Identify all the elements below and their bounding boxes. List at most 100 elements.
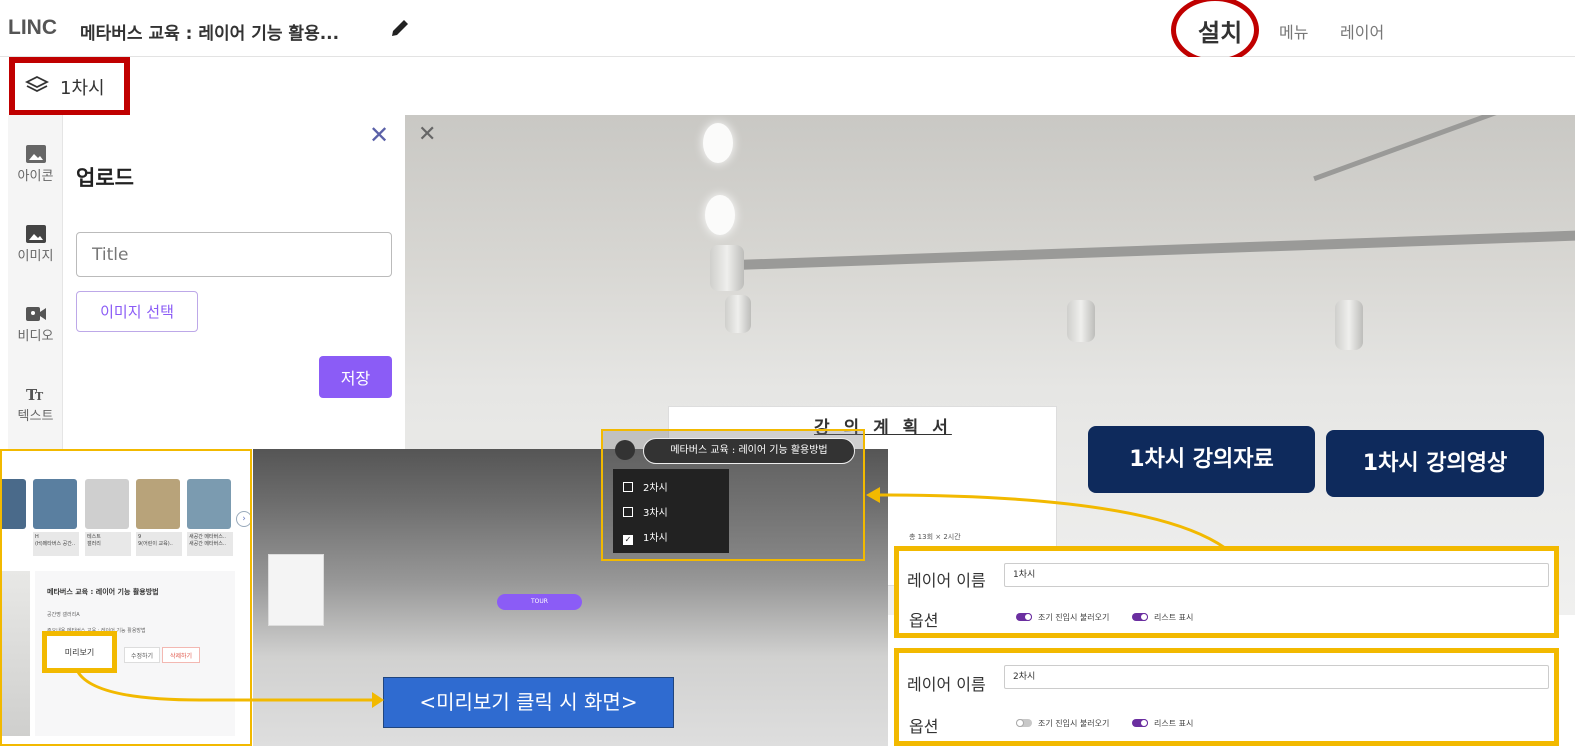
- toggle-switch[interactable]: [1132, 719, 1148, 727]
- current-layer-button[interactable]: 1차시: [9, 57, 130, 116]
- thumbnail-sub: 새공간 메타버스..: [189, 541, 226, 547]
- panel-title: 업로드: [76, 166, 134, 190]
- toggle-switch[interactable]: [1132, 613, 1148, 621]
- space-info-row: 공간명 갤러리A: [47, 612, 80, 618]
- layer-list-label: 1차시: [643, 533, 668, 544]
- current-layer-name: 1차시: [60, 78, 105, 99]
- save-button[interactable]: 저장: [319, 356, 392, 398]
- image-icon: [25, 225, 46, 243]
- layers-icon: [25, 75, 49, 93]
- tour-button[interactable]: TOUR: [497, 594, 582, 610]
- thumbnail-caption: H (H)메타버스 공간..: [33, 532, 79, 556]
- sidebar-item-image[interactable]: 이미지: [8, 225, 63, 264]
- layer-name-label: 레이어 이름: [907, 571, 986, 590]
- layer-name-label: 레이어 이름: [907, 675, 986, 694]
- layer-list-item[interactable]: 3차시: [623, 504, 668, 519]
- sidebar-item-label: 아이콘: [17, 169, 54, 184]
- close-icon[interactable]: ✕: [369, 123, 389, 147]
- ceiling-light: [703, 123, 733, 163]
- layer-bar: [0, 57, 1575, 113]
- document-title: 메타버스 교육 : 레이어 기능 활용...: [80, 24, 340, 44]
- layer-list-label: 3차시: [643, 508, 668, 519]
- upload-panel: ✕ 업로드 이미지 선택 저장: [63, 115, 405, 455]
- ceiling-light: [710, 245, 744, 291]
- thumbnail-sub: 9(어린이 교육)..: [138, 541, 173, 547]
- ceiling-beam: [1313, 115, 1575, 182]
- lecture-material-button[interactable]: 1차시 강의자료: [1088, 426, 1315, 493]
- layers-icon[interactable]: [615, 440, 635, 460]
- layer-list-item[interactable]: 2차시: [623, 479, 668, 494]
- space-thumbnail[interactable]: [33, 479, 77, 529]
- nav-layer[interactable]: 레이어: [1340, 19, 1384, 43]
- space-thumbnail[interactable]: [136, 479, 180, 529]
- space-photo: [2, 571, 30, 736]
- preview-caption: <미리보기 클릭 시 화면>: [383, 677, 674, 728]
- ceiling-light: [705, 195, 735, 235]
- layer-list-item[interactable]: ✓ 1차시: [623, 529, 668, 545]
- top-bar: LINC 메타버스 교육 : 레이어 기능 활용... 설치 메뉴 레이어: [0, 0, 1575, 64]
- toggle-switch[interactable]: [1016, 613, 1032, 621]
- sidebar-item-label: 비디오: [17, 329, 54, 344]
- checkbox-checked-icon[interactable]: ✓: [623, 535, 633, 545]
- ceiling-beam: [735, 229, 1575, 271]
- layer-list-label: 2차시: [643, 483, 668, 494]
- space-list-inset: H (H)메타버스 공간.. 테스트 갤러리 9 9(어린이 교육).. 새공간 메타…: [0, 449, 252, 746]
- text-icon: TT: [26, 386, 44, 403]
- layer-name-field[interactable]: 2차시: [1004, 665, 1549, 689]
- thumbnail-name: 테스트: [87, 534, 101, 540]
- thumbnail-name: 9: [138, 534, 142, 540]
- options-label: 옵션: [909, 717, 939, 736]
- spot-light: [1335, 300, 1363, 350]
- thumbnail-caption: 9 9(어린이 교육)..: [136, 532, 182, 556]
- space-thumbnail[interactable]: [85, 479, 129, 529]
- option-label: 조기 진입시 불러오기: [1038, 719, 1110, 728]
- option-label: 조기 진입시 불러오기: [1038, 613, 1110, 622]
- space-thumbnail[interactable]: [2, 479, 26, 529]
- thumbnail-sub: (H)메타버스 공간..: [35, 541, 76, 547]
- video-icon: [25, 307, 46, 321]
- layer-list: 2차시 3차시 ✓ 1차시: [613, 469, 729, 553]
- wall-document-text: 총 13회 × 2시간: [909, 533, 961, 541]
- nav-menu[interactable]: 메뉴: [1279, 19, 1308, 43]
- popup-title: 메타버스 교육 : 레이어 기능 활용방법: [643, 438, 855, 464]
- close-icon[interactable]: ✕: [418, 124, 436, 146]
- tool-sidebar: 아이콘 이미지 비디오 TT 텍스트: [8, 115, 63, 455]
- title-input[interactable]: [76, 232, 392, 277]
- chevron-right-icon[interactable]: ›: [236, 511, 250, 527]
- spot-light: [1067, 300, 1095, 342]
- checkbox-icon[interactable]: [623, 482, 633, 492]
- space-thumbnail[interactable]: [187, 479, 231, 529]
- preview-button[interactable]: 미리보기: [42, 631, 117, 673]
- toggle-switch[interactable]: [1016, 719, 1032, 727]
- app-logo[interactable]: LINC: [8, 16, 57, 40]
- delete-button[interactable]: 삭제하기: [162, 647, 200, 663]
- thumbnail-caption: 테스트 갤러리: [85, 532, 131, 556]
- scene-wall-document: [268, 554, 324, 626]
- sidebar-item-label: 이미지: [17, 249, 54, 264]
- sidebar-item-video[interactable]: 비디오: [8, 305, 63, 344]
- option-label: 리스트 표시: [1154, 719, 1194, 728]
- sidebar-item-text[interactable]: TT 텍스트: [8, 385, 63, 424]
- pencil-icon[interactable]: [388, 16, 412, 40]
- thumbnail-caption: 새공간 메타버스.. 새공간 메타버스..: [187, 532, 233, 556]
- layer-name-field[interactable]: 1차시: [1004, 563, 1549, 587]
- sidebar-item-label: 텍스트: [17, 409, 54, 424]
- thumbnail-name: 새공간 메타버스..: [189, 534, 226, 540]
- thumbnail-name: H: [35, 534, 39, 540]
- space-info-title: 메타버스 교육 : 레이어 기능 활용방법: [47, 588, 159, 596]
- layer-popup: 메타버스 교육 : 레이어 기능 활용방법 2차시 3차시 ✓ 1차시: [601, 429, 865, 561]
- layer-settings-card: 레이어 이름 1차시 옵션 조기 진입시 불러오기 리스트 표시: [894, 546, 1559, 638]
- edit-button[interactable]: 수정하기: [124, 647, 160, 663]
- sidebar-item-icon[interactable]: 아이콘: [8, 145, 63, 184]
- layer-settings-card: 레이어 이름 2차시 옵션 조기 진입시 불러오기 리스트 표시: [894, 648, 1559, 746]
- checkbox-icon[interactable]: [623, 507, 633, 517]
- image-icon: [25, 145, 46, 163]
- ceiling-light: [725, 295, 751, 333]
- select-image-button[interactable]: 이미지 선택: [76, 291, 198, 332]
- screenshot-root: LINC 메타버스 교육 : 레이어 기능 활용... 설치 메뉴 레이어 1차…: [0, 0, 1575, 746]
- lecture-video-button[interactable]: 1차시 강의영상: [1326, 430, 1544, 497]
- svg-text:T: T: [35, 390, 44, 403]
- annotation-circle: [1171, 0, 1259, 64]
- option-label: 리스트 표시: [1154, 613, 1194, 622]
- options-label: 옵션: [909, 611, 939, 630]
